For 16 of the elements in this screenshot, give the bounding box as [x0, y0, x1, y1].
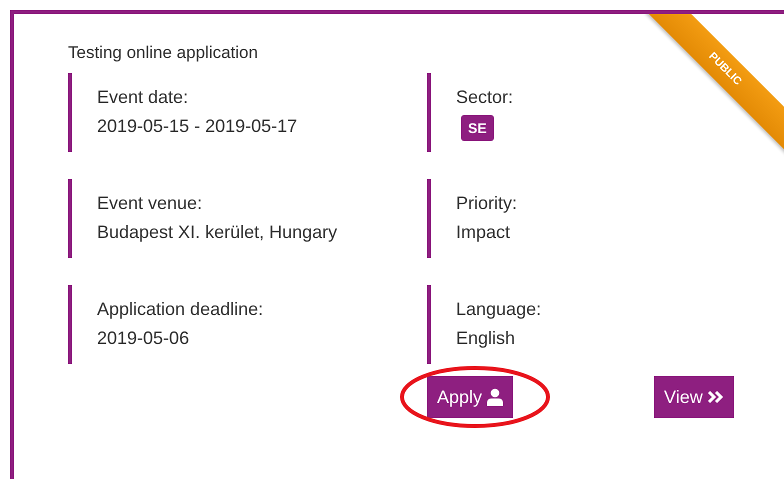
apply-button[interactable]: Apply — [427, 376, 514, 418]
field-label: Application deadline: — [97, 298, 264, 321]
field-label: Event venue: — [97, 192, 202, 215]
field-value: 2019-05-06 — [97, 327, 190, 350]
field-label: Language: — [456, 298, 542, 321]
field-value: English — [456, 327, 516, 350]
field-value: Impact — [456, 221, 510, 244]
field-value: Budapest XI. kerület, Hungary — [97, 221, 338, 244]
double-chevron-icon — [708, 391, 724, 403]
user-icon — [487, 388, 504, 406]
view-button[interactable]: View — [654, 376, 734, 418]
sector-tag: SE — [461, 115, 494, 141]
field-value: 2019-05-15 - 2019-05-17 — [97, 115, 298, 138]
field-label: Priority: — [456, 192, 518, 215]
field-label: Event date: — [97, 86, 188, 109]
field-label: Sector: — [456, 86, 514, 109]
